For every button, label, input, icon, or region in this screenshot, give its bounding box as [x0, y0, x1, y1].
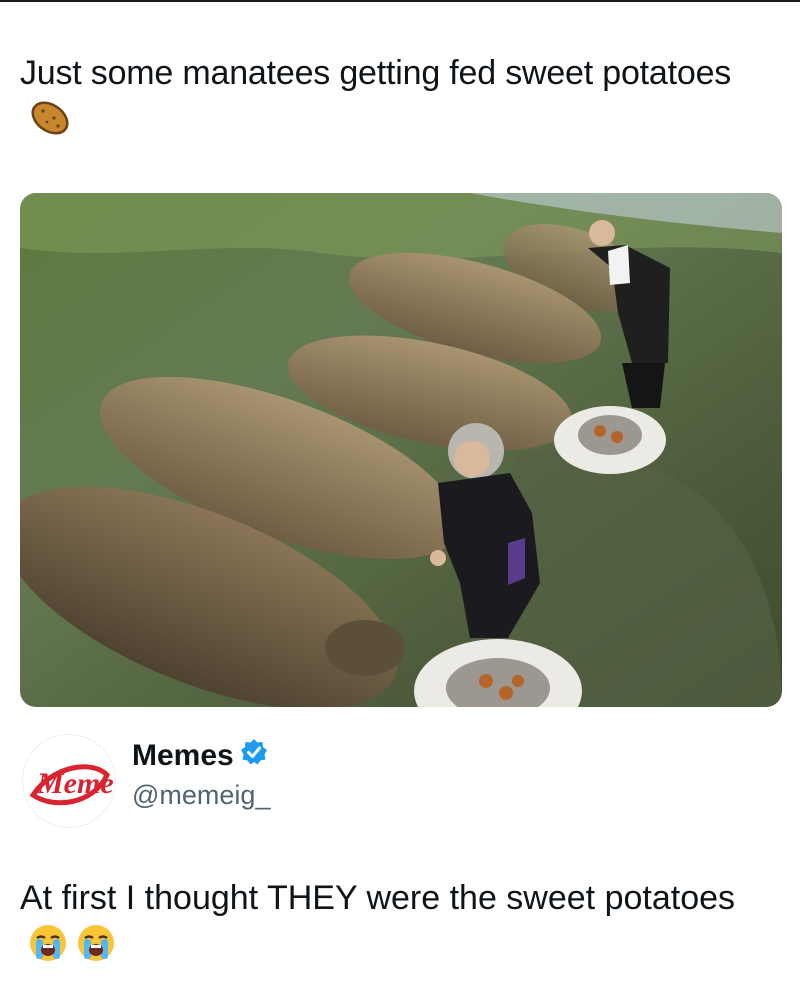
account-name-line: Memes: [132, 738, 268, 774]
top-divider: [0, 0, 800, 2]
reply-text: At first I thought THEY were the sweet p…: [20, 879, 736, 917]
account-handle[interactable]: @memeig_: [132, 780, 270, 811]
svg-text:Meme: Meme: [36, 767, 114, 800]
avatar[interactable]: Meme: [22, 734, 116, 828]
account-name[interactable]: Memes: [132, 739, 234, 773]
loudly-crying-face-emoji-icon: [28, 923, 68, 977]
post-caption-text: Just some manatees getting fed sweet pot…: [20, 54, 732, 92]
loudly-crying-face-emoji-icon: [76, 923, 116, 977]
quoted-account[interactable]: Meme Memes @memeig_: [22, 730, 782, 830]
potato-emoji-icon: [28, 98, 72, 152]
post-caption: Just some manatees getting fed sweet pot…: [20, 48, 760, 152]
verified-badge-icon: [240, 738, 268, 774]
manatee-photo[interactable]: [20, 193, 782, 707]
reply-text-block: At first I thought THEY were the sweet p…: [20, 873, 760, 977]
memes-logo-icon: Meme: [23, 735, 115, 827]
